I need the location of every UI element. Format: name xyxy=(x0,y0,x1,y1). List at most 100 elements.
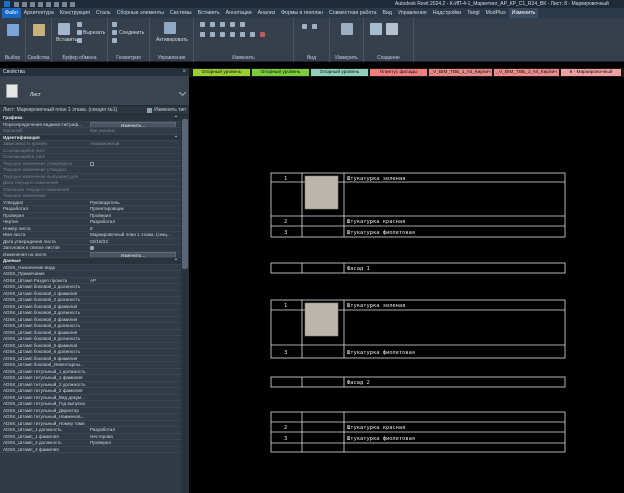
property-value[interactable]: Разработал xyxy=(88,219,181,225)
ribbon-tab[interactable]: Tangl xyxy=(464,8,482,18)
view-tab[interactable]: Плинтус фасады xyxy=(370,69,427,76)
property-value[interactable]: 02/16/22 xyxy=(88,239,181,245)
ribbon-tab[interactable]: Совместная работа xyxy=(326,8,379,18)
property-value[interactable]: Проверил xyxy=(88,213,181,219)
property-value[interactable] xyxy=(88,310,181,316)
property-value[interactable] xyxy=(88,421,181,427)
property-value[interactable] xyxy=(88,401,181,407)
create-assembly-icon[interactable] xyxy=(370,23,382,35)
type-selector[interactable]: Лист xyxy=(0,76,189,106)
collapse-icon[interactable]: ⌃ xyxy=(174,258,178,264)
property-value[interactable]: Проверил xyxy=(88,440,181,446)
edit-property-button[interactable]: Изменить... xyxy=(90,121,176,127)
view-tab[interactable]: Опорный уровень xyxy=(252,69,309,76)
ribbon-tab[interactable]: Архитектура xyxy=(21,8,57,18)
ribbon-tab[interactable]: Изменить xyxy=(508,8,539,18)
edit-property-button[interactable]: Изменить... xyxy=(90,251,176,257)
property-value[interactable] xyxy=(88,375,181,381)
drawing-area[interactable]: 1 Штукатурка зеленая 2 Штукатурка красна… xyxy=(189,77,624,493)
print-icon[interactable] xyxy=(46,1,51,7)
collapse-icon[interactable]: ⌃ xyxy=(174,135,178,141)
view-tab[interactable]: Опорный уровень xyxy=(311,69,368,76)
property-value[interactable] xyxy=(88,271,181,277)
offset-icon[interactable] xyxy=(210,22,215,27)
ribbon-tab[interactable]: Аннотации xyxy=(223,8,255,18)
property-value[interactable] xyxy=(88,304,181,310)
cut-icon[interactable] xyxy=(77,30,82,35)
view-tab[interactable]: _V_BIM_ТВБ_2_Nt_Кирпич xyxy=(494,69,559,76)
property-value[interactable]: АР xyxy=(88,278,181,284)
match-type-icon[interactable] xyxy=(77,38,82,43)
ribbon-tab[interactable]: Вставить xyxy=(195,8,223,18)
align-icon[interactable] xyxy=(200,22,205,27)
collapse-icon[interactable]: ⌃ xyxy=(174,115,178,121)
revit-logo-icon[interactable] xyxy=(4,1,10,7)
instance-filter[interactable]: Лист: Маркировочный план 1 этажа. (секци… xyxy=(0,106,189,115)
undo-icon[interactable] xyxy=(30,1,35,7)
property-value[interactable] xyxy=(88,317,181,323)
measure-icon[interactable] xyxy=(341,23,353,35)
split-icon[interactable] xyxy=(240,22,245,27)
view-tab[interactable]: Опорный уровень xyxy=(193,69,250,76)
property-value[interactable] xyxy=(88,382,181,388)
text-icon[interactable] xyxy=(62,1,67,7)
save-icon[interactable] xyxy=(22,1,27,7)
property-value[interactable] xyxy=(88,297,181,303)
join-button[interactable]: Соединить xyxy=(119,30,144,36)
property-value[interactable] xyxy=(88,447,181,453)
ribbon-tab[interactable]: Анализ xyxy=(255,8,279,18)
property-checkbox[interactable] xyxy=(90,246,94,250)
redo-icon[interactable] xyxy=(38,1,43,7)
property-value[interactable]: Нестерова xyxy=(88,434,181,440)
copy-icon[interactable] xyxy=(77,22,82,27)
delete-icon[interactable] xyxy=(260,32,265,37)
property-value[interactable]: 8 xyxy=(88,226,181,232)
select-label[interactable]: Выбор xyxy=(0,55,25,61)
instance-label[interactable]: Лист: Маркировочный план 1 этажа. (секци… xyxy=(3,107,117,113)
activate-button[interactable]: Активировать xyxy=(156,37,188,43)
copy-element-icon[interactable] xyxy=(210,32,215,37)
mirror-draw-icon[interactable] xyxy=(230,22,235,27)
ribbon-tab[interactable]: Сталь xyxy=(93,8,114,18)
array-icon[interactable] xyxy=(240,32,245,37)
property-value[interactable]: Руководитель xyxy=(88,200,181,206)
property-value[interactable] xyxy=(88,330,181,336)
cope-icon[interactable] xyxy=(112,22,117,27)
property-value[interactable] xyxy=(88,323,181,329)
activate-view-icon[interactable] xyxy=(164,22,176,34)
ribbon-tab[interactable]: Управление xyxy=(395,8,430,18)
properties-scrollbar[interactable] xyxy=(181,115,189,493)
property-value[interactable]: Проектировщик xyxy=(88,206,181,212)
scale-icon[interactable] xyxy=(250,32,255,37)
view-tab[interactable]: 8 - Маркировочный xyxy=(561,69,621,76)
measure-icon[interactable] xyxy=(54,1,59,7)
property-value[interactable] xyxy=(88,414,181,420)
property-value[interactable] xyxy=(88,336,181,342)
view-tab[interactable]: _V_BIM_ТВБ_1_Nt_Кирпич xyxy=(429,69,492,76)
trim-icon[interactable] xyxy=(230,32,235,37)
property-value[interactable] xyxy=(88,343,181,349)
property-value[interactable] xyxy=(88,291,181,297)
paste-icon[interactable] xyxy=(58,23,70,35)
open-icon[interactable] xyxy=(14,1,19,7)
ribbon-tab[interactable]: Файл xyxy=(2,8,21,18)
ribbon-tab[interactable]: Системы xyxy=(167,8,195,18)
property-value[interactable] xyxy=(88,388,181,394)
create-parts-icon[interactable] xyxy=(386,23,398,35)
property-value[interactable] xyxy=(88,349,181,355)
property-value[interactable]: Разработал xyxy=(88,427,181,433)
override-icon[interactable] xyxy=(312,24,317,29)
join-icon[interactable] xyxy=(112,30,117,35)
properties-label[interactable]: Свойства xyxy=(26,55,51,61)
edit-type-button[interactable]: Изменить тип xyxy=(147,107,186,113)
3d-view-icon[interactable] xyxy=(70,1,75,7)
mirror-axis-icon[interactable] xyxy=(220,22,225,27)
rotate-icon[interactable] xyxy=(220,32,225,37)
property-value[interactable] xyxy=(88,362,181,368)
split-face-icon[interactable] xyxy=(112,38,117,43)
property-value[interactable] xyxy=(88,369,181,375)
select-cursor-icon[interactable] xyxy=(7,24,19,36)
ribbon-tab[interactable]: ModPlus xyxy=(483,8,509,18)
ribbon-tab[interactable]: Вид xyxy=(379,8,394,18)
hide-icon[interactable] xyxy=(302,24,307,29)
